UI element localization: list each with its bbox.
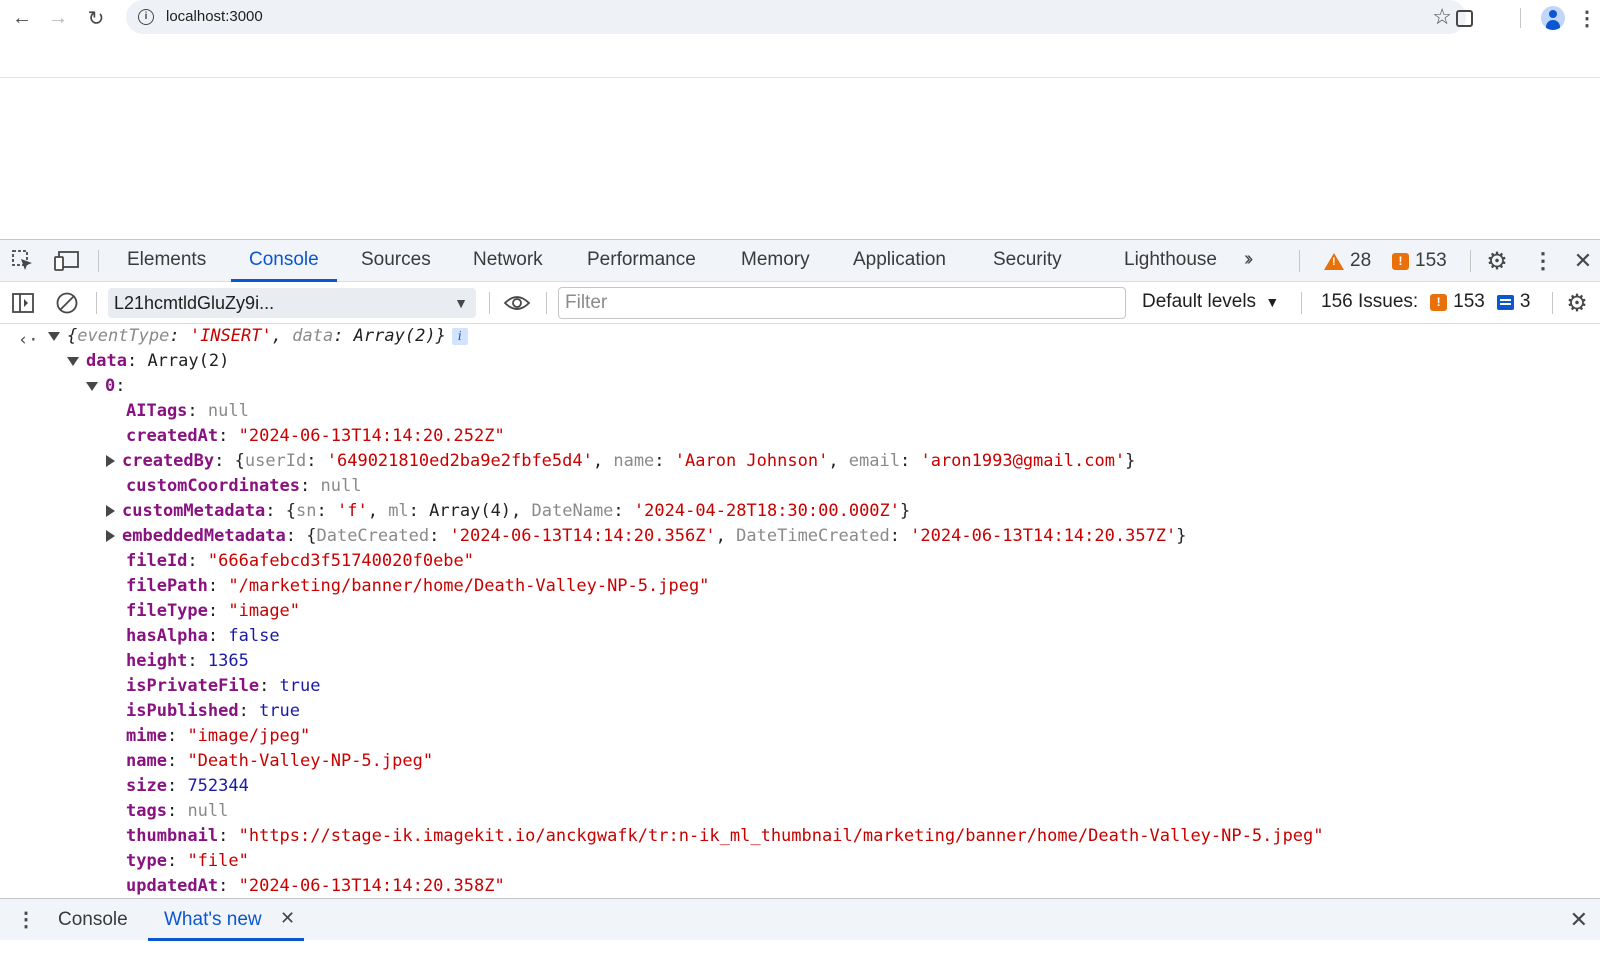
- warnings-count: 28: [1350, 250, 1372, 271]
- tab-lighthouse[interactable]: Lighthouse: [1124, 240, 1217, 282]
- forward-icon[interactable]: →: [44, 4, 72, 32]
- prop-row-filepath: filePath: "/marketing/banner/home/Death-…: [126, 576, 710, 596]
- expand-triangle-icon[interactable]: [106, 505, 115, 517]
- prop-row-aitags: AITags: null: [126, 401, 249, 421]
- tab-sources[interactable]: Sources: [361, 240, 431, 282]
- prop-row-type: type: "file": [126, 851, 249, 871]
- close-drawer-icon[interactable]: ✕: [1570, 907, 1588, 933]
- context-selector[interactable]: L21hcmtldGluZy9i... ▼: [108, 288, 476, 318]
- error-icon: !: [1392, 252, 1409, 270]
- dropdown-caret-icon: ▼: [454, 295, 468, 311]
- errors-badge[interactable]: ! 153: [1392, 250, 1447, 272]
- log-levels-label: Default levels: [1142, 291, 1257, 312]
- chrome-menu-icon[interactable]: ⋮: [1572, 3, 1600, 33]
- console-toolbar: L21hcmtldGluZy9i... ▼ Default levels ▼ 1…: [0, 282, 1600, 324]
- tab-network[interactable]: Network: [473, 240, 543, 282]
- tree-row-data[interactable]: data: Array(2): [67, 349, 229, 374]
- drawer-menu-icon[interactable]: ⋮: [16, 907, 36, 932]
- console-output: ‹· {eventType: 'INSERT', data: Array(2)}…: [0, 324, 1600, 901]
- tab-performance[interactable]: Performance: [587, 240, 696, 282]
- devtools-tabbar: Elements Console Sources Network Perform…: [0, 240, 1600, 282]
- drawer-tab-console[interactable]: Console: [58, 899, 128, 941]
- url-text[interactable]: localhost:3000: [166, 8, 263, 25]
- devtools-panel: Elements Console Sources Network Perform…: [0, 239, 1600, 958]
- console-object-summary[interactable]: {eventType: 'INSERT', data: Array(2)} i: [48, 324, 468, 349]
- warnings-badge[interactable]: 28: [1324, 250, 1371, 272]
- toolbar-divider: [1520, 8, 1521, 28]
- prop-row-createdby[interactable]: createdBy: {userId: '649021810ed2ba9e2fb…: [106, 449, 1135, 474]
- device-toolbar-icon[interactable]: [52, 246, 82, 276]
- inspect-element-icon[interactable]: [8, 246, 38, 276]
- live-expression-eye-icon[interactable]: [502, 288, 532, 318]
- warning-icon: [1324, 252, 1344, 270]
- tab-console[interactable]: Console: [231, 240, 337, 282]
- collapse-triangle-icon[interactable]: [86, 381, 98, 391]
- issue-error-icon: !: [1430, 293, 1448, 311]
- context-label: L21hcmtldGluZy9i...: [114, 293, 275, 313]
- prop-row-fileid: fileId: "666afebcd3f51740020f0ebe": [126, 551, 475, 571]
- log-levels-dropdown[interactable]: Default levels ▼: [1142, 291, 1279, 313]
- tree-row-index-0[interactable]: 0:: [86, 374, 126, 399]
- site-info-icon[interactable]: i: [138, 9, 154, 25]
- prop-row-filetype: fileType: "image": [126, 601, 301, 621]
- prop-row-embeddedmetadata[interactable]: embeddedMetadata: {DateCreated: '2024-06…: [106, 524, 1187, 549]
- result-arrow-icon: ‹·: [18, 330, 39, 350]
- console-settings-gear-icon[interactable]: ⚙: [1562, 288, 1592, 318]
- prop-row-tags: tags: null: [126, 801, 229, 821]
- browser-toolbar: ← → ↻ i localhost:3000 ☆ ⋮: [0, 0, 1600, 36]
- devtools-menu-icon[interactable]: ⋮: [1528, 246, 1558, 276]
- tab-security[interactable]: Security: [993, 240, 1062, 282]
- address-bar[interactable]: i localhost:3000 ☆: [126, 0, 1466, 34]
- prop-row-height: height: 1365: [126, 651, 249, 671]
- expand-triangle-icon[interactable]: [106, 455, 115, 467]
- collapse-triangle-icon[interactable]: [48, 331, 60, 341]
- prop-row-thumbnail: thumbnail: "https://stage-ik.imagekit.io…: [126, 826, 1324, 846]
- issue-info-icon: [1496, 294, 1514, 310]
- prop-row-updatedat: updatedAt: "2024-06-13T14:14:20.358Z": [126, 876, 505, 896]
- sidebar-toggle-icon[interactable]: [8, 288, 38, 318]
- clear-console-icon[interactable]: [52, 288, 82, 318]
- issues-label: 156 Issues:: [1321, 291, 1419, 312]
- close-devtools-icon[interactable]: ✕: [1568, 246, 1598, 276]
- back-icon[interactable]: ←: [8, 4, 36, 32]
- profile-avatar-icon[interactable]: [1538, 3, 1568, 33]
- more-tabs-icon[interactable]: ››: [1244, 248, 1254, 271]
- prop-row-customcoordinates: customCoordinates: null: [126, 476, 362, 496]
- prop-row-createdat: createdAt: "2024-06-13T14:14:20.252Z": [126, 426, 505, 446]
- extensions-icon[interactable]: [1449, 3, 1479, 33]
- prop-row-isprivatefile: isPrivateFile: true: [126, 676, 321, 696]
- expand-triangle-icon[interactable]: [106, 530, 115, 542]
- page-viewport: [0, 77, 1600, 239]
- issues-info-count: 3: [1519, 291, 1531, 312]
- prop-row-name: name: "Death-Valley-NP-5.jpeg": [126, 751, 434, 771]
- info-badge-icon[interactable]: i: [451, 327, 468, 345]
- settings-gear-icon[interactable]: ⚙: [1482, 246, 1512, 276]
- filter-input[interactable]: [558, 287, 1126, 319]
- prop-row-size: size: 752344: [126, 776, 249, 796]
- tab-elements[interactable]: Elements: [127, 240, 206, 282]
- prop-row-hasalpha: hasAlpha: false: [126, 626, 280, 646]
- issues-counter[interactable]: 156 Issues: ! 153 3: [1321, 291, 1530, 313]
- devtools-drawer: ⋮ Console What's new ✕ ✕: [0, 898, 1600, 941]
- prop-row-ispublished: isPublished: true: [126, 701, 301, 721]
- issues-errors-count: 153: [1453, 291, 1485, 312]
- prop-row-custommetadata[interactable]: customMetadata: {sn: 'f', ml: Array(4), …: [106, 499, 910, 524]
- close-tab-icon[interactable]: ✕: [280, 908, 295, 929]
- prop-row-mime: mime: "image/jpeg": [126, 726, 311, 746]
- dropdown-caret-icon: ▼: [1265, 294, 1280, 310]
- tab-application[interactable]: Application: [853, 240, 946, 282]
- errors-count: 153: [1415, 250, 1447, 271]
- reload-icon[interactable]: ↻: [82, 4, 110, 32]
- tab-memory[interactable]: Memory: [741, 240, 810, 282]
- collapse-triangle-icon[interactable]: [67, 356, 79, 366]
